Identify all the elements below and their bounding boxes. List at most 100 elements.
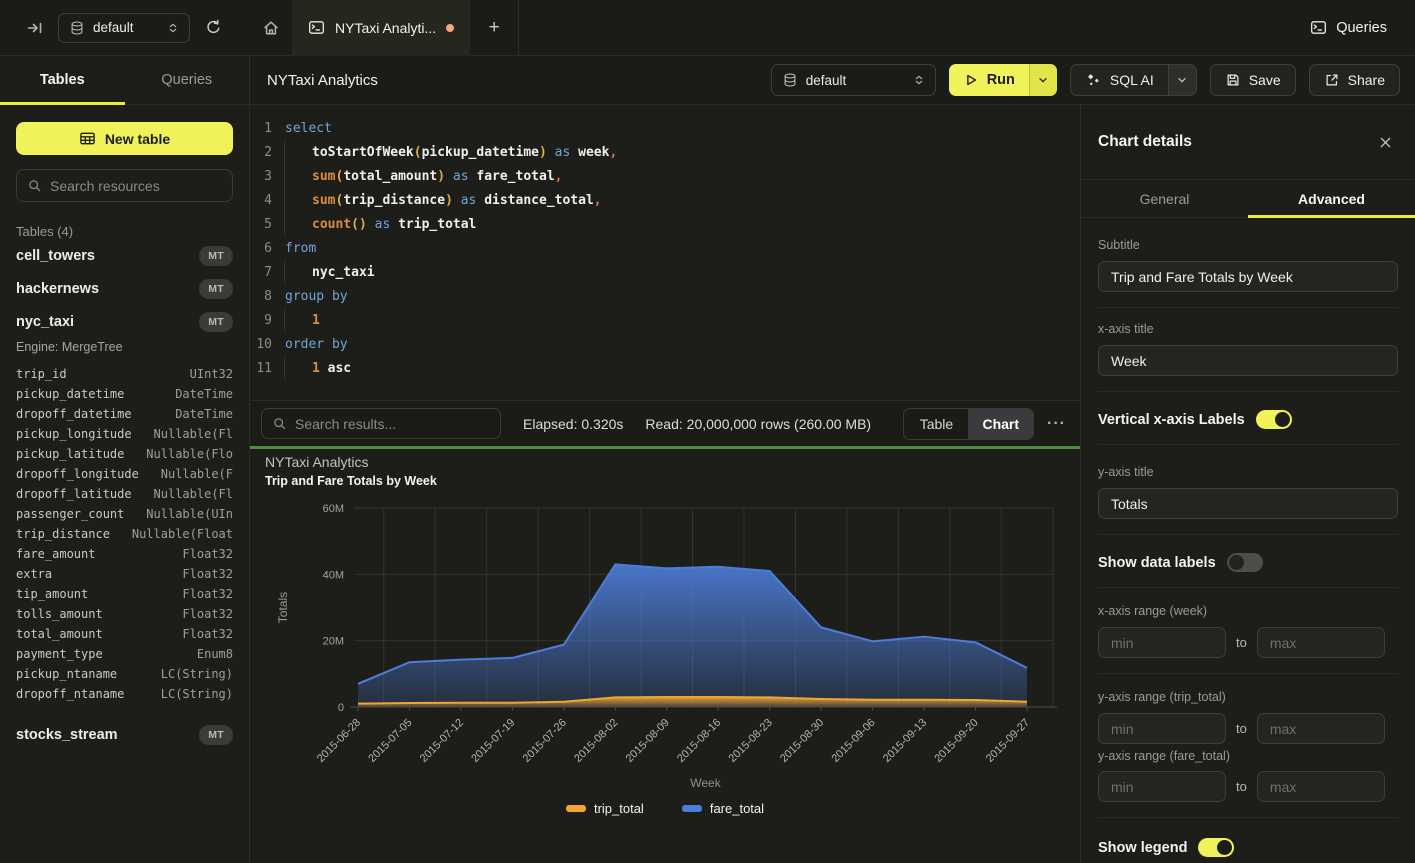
x-axis-title-label: x-axis title — [1098, 322, 1398, 336]
legend-item[interactable]: trip_total — [566, 801, 644, 816]
run-options-button[interactable] — [1029, 64, 1057, 96]
section-divider — [1098, 587, 1398, 588]
section-divider — [1098, 391, 1398, 392]
panel-tabs: General Advanced — [1081, 180, 1415, 218]
code-line: 111 asc — [250, 356, 1080, 380]
table-row[interactable]: hackernewsMT — [16, 272, 233, 305]
svg-text:2015-07-12: 2015-07-12 — [418, 717, 466, 765]
chart-details-panel: Chart details General Advanced Subtitle … — [1080, 105, 1415, 863]
close-panel-button[interactable] — [1378, 135, 1393, 150]
read-stat: Read: 20,000,000 rows (260.00 MB) — [645, 416, 871, 432]
chevron-down-icon — [1176, 74, 1188, 86]
sidebar-search[interactable] — [16, 169, 233, 202]
panel-tab-general[interactable]: General — [1081, 180, 1248, 217]
column-name: dropoff_ntaname — [16, 687, 124, 701]
column-type: Nullable(Fl — [154, 487, 233, 501]
y-axis-title-label: y-axis title — [1098, 465, 1398, 479]
search-results-input[interactable] — [295, 416, 490, 432]
queries-button[interactable]: Queries — [1310, 19, 1387, 36]
collapse-sidebar-button[interactable] — [22, 15, 48, 41]
subtitle-input[interactable] — [1098, 261, 1398, 292]
refresh-button[interactable] — [200, 15, 226, 41]
column-name: trip_id — [16, 367, 67, 381]
svg-text:2015-08-09: 2015-08-09 — [624, 717, 672, 765]
database-selector-value: default — [93, 20, 159, 35]
y-range-trip-max-input[interactable] — [1257, 713, 1385, 744]
sql-editor[interactable]: 1select2toStartOfWeek(pickup_datetime) a… — [250, 105, 1080, 400]
sidebar-tab-queries[interactable]: Queries — [125, 56, 250, 104]
line-number: 10 — [250, 337, 272, 352]
search-resources-input[interactable] — [50, 178, 222, 194]
show-legend-toggle[interactable] — [1198, 838, 1234, 857]
legend-marker — [682, 805, 702, 812]
table-row[interactable]: nyc_taxiMT — [16, 305, 233, 338]
tab-label: NYTaxi Analyti... — [335, 20, 436, 36]
console-icon — [1310, 19, 1327, 36]
column-type: Enum8 — [197, 647, 233, 661]
vertical-labels-toggle[interactable] — [1256, 410, 1292, 429]
y-axis-title-input[interactable] — [1098, 488, 1398, 519]
view-toggle: Table Chart — [903, 408, 1034, 440]
collapse-sidebar-icon — [26, 19, 44, 37]
data-labels-row: Show data labels — [1098, 553, 1398, 572]
x-range-row: to — [1098, 627, 1398, 658]
column-type: LC(String) — [161, 667, 233, 681]
panel-body: Subtitle x-axis title Vertical x-axis La… — [1081, 218, 1415, 857]
svg-text:2015-06-28: 2015-06-28 — [315, 717, 363, 765]
table-row[interactable]: cell_towersMT — [16, 239, 233, 272]
svg-text:Week: Week — [690, 776, 721, 790]
run-database-value: default — [806, 73, 905, 88]
line-number: 8 — [250, 289, 272, 304]
column-name: tip_amount — [16, 587, 88, 601]
database-selector[interactable]: default — [58, 13, 190, 43]
x-range-min-input[interactable] — [1098, 627, 1226, 658]
indent-guide — [284, 140, 285, 164]
sidebar-tab-tables[interactable]: Tables — [0, 56, 125, 104]
results-search[interactable] — [261, 408, 501, 439]
column-name: dropoff_datetime — [16, 407, 132, 421]
results-toolbar: Elapsed: 0.320s Read: 20,000,000 rows (2… — [250, 400, 1080, 446]
legend-item[interactable]: fare_total — [682, 801, 764, 816]
x-range-max-input[interactable] — [1257, 627, 1385, 658]
view-option-table[interactable]: Table — [904, 409, 968, 439]
tab-nytaxi-analytics[interactable]: NYTaxi Analyti... — [292, 0, 470, 56]
share-button[interactable]: Share — [1309, 64, 1400, 96]
svg-text:40M: 40M — [323, 569, 344, 581]
table-name: cell_towers — [16, 248, 95, 264]
column-name: pickup_longitude — [16, 427, 132, 441]
indent-guide — [284, 260, 285, 284]
new-tab-button[interactable]: + — [470, 0, 518, 56]
more-options-button[interactable]: ··· — [1047, 415, 1066, 433]
new-table-button[interactable]: New table — [16, 122, 233, 155]
unsaved-changes-dot — [446, 24, 454, 32]
column-name: dropoff_latitude — [16, 487, 132, 501]
code-line: 7nyc_taxi — [250, 260, 1080, 284]
y-range-trip-label: y-axis range (trip_total) — [1098, 690, 1398, 704]
run-button[interactable]: Run — [949, 64, 1029, 96]
run-database-selector[interactable]: default — [771, 64, 936, 96]
view-option-chart[interactable]: Chart — [968, 409, 1033, 439]
panel-tab-advanced[interactable]: Advanced — [1248, 180, 1415, 217]
y-range-fare-min-input[interactable] — [1098, 771, 1226, 802]
sql-ai-options-button[interactable] — [1168, 65, 1196, 95]
tables-section-title: Tables (4) — [16, 224, 233, 239]
table-name: stocks_stream — [16, 727, 118, 743]
data-labels-toggle[interactable] — [1227, 553, 1263, 572]
query-header: NYTaxi Analytics default — [250, 56, 1415, 105]
queries-button-label: Queries — [1336, 20, 1387, 36]
active-tab-underline — [0, 102, 125, 105]
sql-ai-button[interactable]: SQL AI — [1071, 65, 1168, 95]
y-range-fare-max-input[interactable] — [1257, 771, 1385, 802]
table-name: nyc_taxi — [16, 314, 74, 330]
svg-text:2015-07-05: 2015-07-05 — [366, 717, 414, 765]
table-row[interactable]: stocks_streamMT — [16, 718, 233, 751]
x-axis-title-input[interactable] — [1098, 345, 1398, 376]
y-range-trip-min-input[interactable] — [1098, 713, 1226, 744]
save-button[interactable]: Save — [1210, 64, 1296, 96]
column-name: passenger_count — [16, 507, 124, 521]
home-button[interactable] — [250, 0, 292, 56]
code-text: count() as trip_total — [285, 217, 476, 232]
column-row: passenger_countNullable(UIn — [16, 504, 233, 524]
column-name: total_amount — [16, 627, 103, 641]
section-divider — [1098, 817, 1398, 818]
